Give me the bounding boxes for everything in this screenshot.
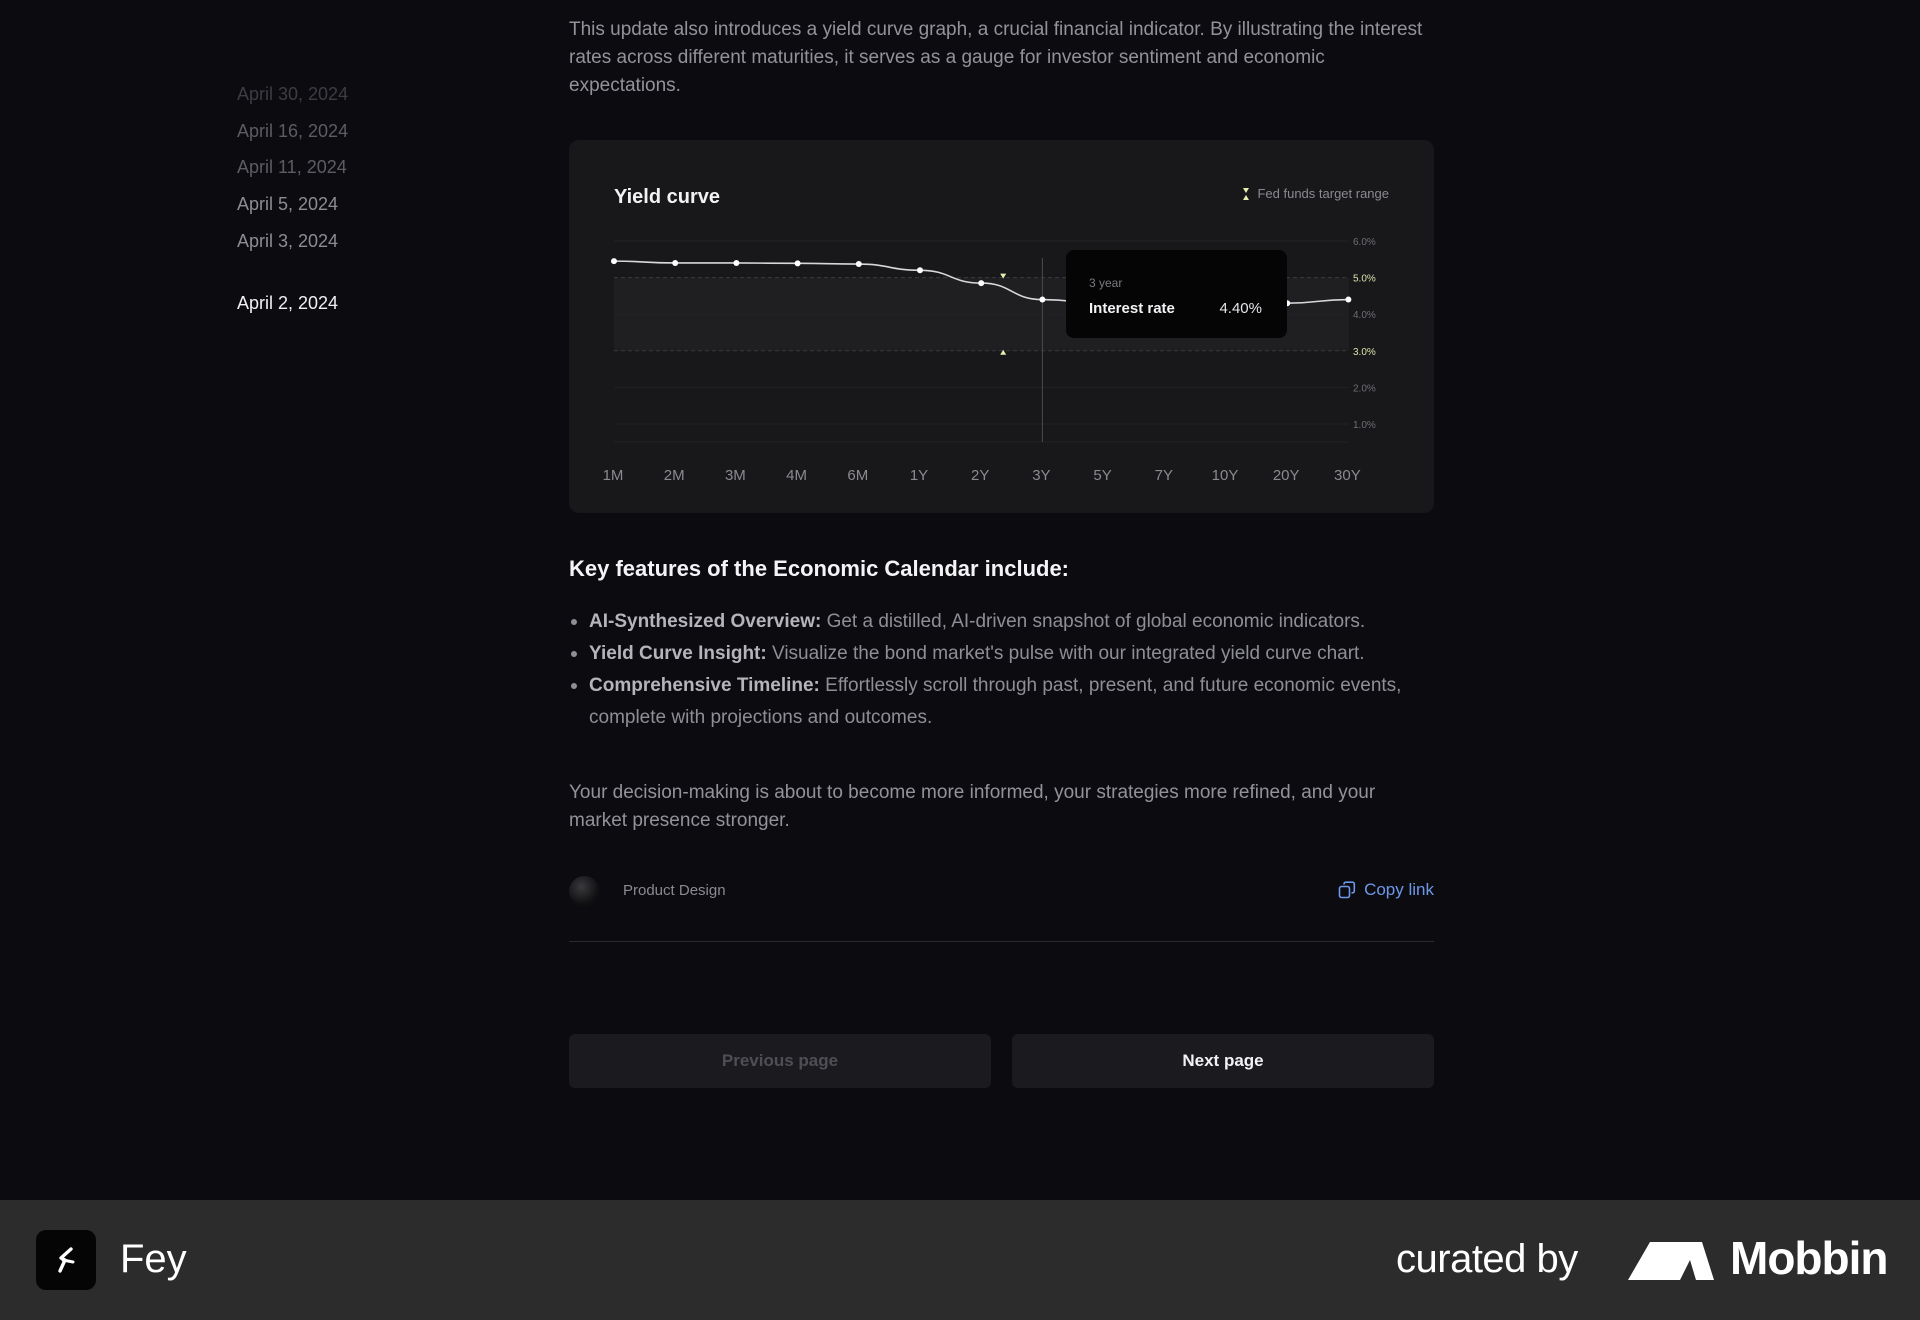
- data-point: [794, 260, 801, 267]
- list-item: AI-Synthesized Overview: Get a distilled…: [569, 606, 1434, 638]
- chart-legend: Fed funds target range: [1243, 186, 1389, 201]
- yield-curve-card: 6.0% 5.0% 4.0% 3.0% 2.0% 1.0% 1M 2M 3M 4M 6M 1Y 2Y 3Y…: [569, 140, 1434, 513]
- data-point: [733, 259, 740, 266]
- article-meta: Product Design Copy link: [569, 876, 1434, 908]
- previous-page-button[interactable]: Previous page: [569, 1034, 991, 1088]
- x-tick-label: 1M: [603, 467, 624, 484]
- tooltip-value: 4.40%: [1219, 300, 1262, 317]
- y-tick-label: 2.0%: [1353, 383, 1376, 394]
- feature-text: Get a distilled, AI-driven snapshot of g…: [821, 611, 1366, 632]
- legend-label: Fed funds target range: [1257, 186, 1389, 201]
- data-point: [611, 258, 617, 265]
- mobbin-logo-icon: [1628, 1242, 1714, 1280]
- copy-link-button[interactable]: Copy link: [1338, 880, 1434, 900]
- closing-paragraph: Your decision-making is about to become …: [569, 782, 1376, 831]
- data-point: [672, 259, 679, 266]
- chart-tooltip: 3 year Interest rate 4.40%: [1066, 250, 1287, 338]
- timeline-date-link[interactable]: April 5, 2024: [237, 190, 437, 227]
- y-tick-label: 6.0%: [1353, 237, 1376, 248]
- divider: [569, 941, 1434, 942]
- y-tick-label: 5.0%: [1353, 274, 1376, 285]
- data-point: [855, 261, 862, 268]
- x-tick-label: 3Y: [1032, 467, 1050, 484]
- chart-title: Yield curve: [614, 186, 720, 208]
- timeline-date-link[interactable]: April 30, 2024: [237, 80, 437, 117]
- next-page-button[interactable]: Next page: [1012, 1034, 1434, 1088]
- curated-by-label: curated by: [1396, 1237, 1578, 1281]
- y-tick-label: 3.0%: [1353, 347, 1376, 358]
- mobbin-brand: Mobbin: [1730, 1232, 1888, 1284]
- y-tick-label: 1.0%: [1353, 420, 1376, 431]
- list-item: Yield Curve Insight: Visualize the bond …: [569, 638, 1434, 670]
- copy-link-label: Copy link: [1364, 880, 1434, 899]
- x-tick-label: 2M: [664, 467, 685, 484]
- data-point: [917, 267, 923, 274]
- timeline-date-active[interactable]: April 2, 2024: [237, 289, 437, 326]
- category-label: Product Design: [623, 882, 726, 899]
- x-tick-label: 20Y: [1273, 467, 1300, 484]
- range-marker-icon: [1243, 187, 1250, 200]
- pagination: Previous page Next page: [569, 1034, 1434, 1088]
- x-tick-label: 7Y: [1155, 467, 1173, 484]
- x-tick-label: 1Y: [910, 467, 928, 484]
- feature-title: Comprehensive Timeline:: [589, 675, 820, 696]
- timeline-date-link[interactable]: April 16, 2024: [237, 117, 437, 154]
- list-item: Comprehensive Timeline: Effortlessly scr…: [569, 670, 1434, 734]
- y-tick-label: 4.0%: [1353, 310, 1376, 321]
- features-heading: Key features of the Economic Calendar in…: [569, 556, 1070, 581]
- x-tick-label: 30Y: [1334, 467, 1361, 484]
- x-tick-label: 3M: [725, 467, 746, 484]
- curation-footer: Fey curated by Mobbin: [0, 1200, 1920, 1320]
- data-point: [1039, 296, 1046, 303]
- intro-paragraph: This update also introduces a yield curv…: [569, 19, 1423, 96]
- avatar: [569, 876, 600, 907]
- x-tick-label: 2Y: [971, 467, 989, 484]
- features-list: AI-Synthesized Overview: Get a distilled…: [569, 606, 1434, 734]
- feature-text: Visualize the bond market's pulse with o…: [766, 643, 1365, 664]
- app-name: Fey: [120, 1237, 187, 1281]
- tooltip-maturity: 3 year: [1089, 276, 1123, 290]
- fey-logo-icon: [58, 1247, 75, 1273]
- feature-title: AI-Synthesized Overview:: [589, 611, 822, 632]
- release-timeline: April 30, 2024 April 16, 2024 April 11, …: [237, 80, 437, 326]
- x-tick-label: 4M: [786, 467, 807, 484]
- copy-icon: [1338, 881, 1356, 899]
- timeline-date-link[interactable]: April 3, 2024: [237, 227, 437, 264]
- data-point: [978, 280, 985, 287]
- x-tick-label: 5Y: [1093, 467, 1111, 484]
- feature-title: Yield Curve Insight:: [589, 643, 767, 664]
- timeline-date-link[interactable]: April 11, 2024: [237, 153, 437, 190]
- data-point: [1345, 296, 1352, 303]
- fey-app-icon: [36, 1230, 96, 1290]
- tooltip-series-name: Interest rate: [1089, 300, 1175, 317]
- x-tick-label: 6M: [847, 467, 868, 484]
- x-tick-label: 10Y: [1212, 467, 1239, 484]
